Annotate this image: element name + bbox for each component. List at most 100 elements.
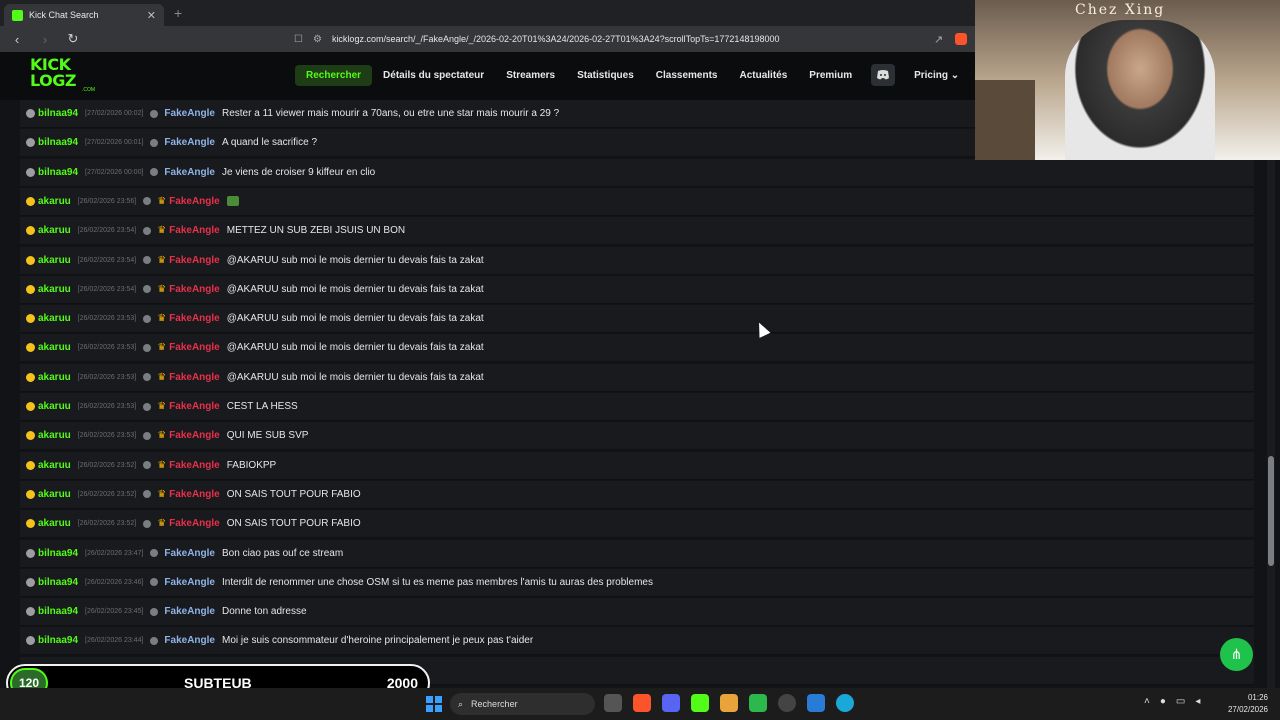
streamer-name[interactable]: FakeAngle [169,284,220,295]
nav-search[interactable]: Rechercher [295,64,373,86]
chat-username[interactable]: bilnaa94 [38,108,78,119]
forward-arrow-icon[interactable]: › [38,32,52,47]
discord-app-icon[interactable] [662,694,680,712]
brave-browser-icon[interactable] [633,694,651,712]
edge-browser-icon[interactable] [836,694,854,712]
info-icon[interactable] [143,402,152,411]
streamer-name[interactable]: FakeAngle [164,548,215,559]
nav-rankings[interactable]: Classements [645,65,729,86]
volume-icon[interactable]: ◂ [1195,696,1200,707]
kick-app-icon[interactable] [691,694,709,712]
site-info-icon[interactable]: ⚙ [313,34,322,45]
chat-username[interactable]: bilnaa94 [38,167,78,178]
play-app-icon[interactable] [749,694,767,712]
streamer-name[interactable]: FakeAngle [169,430,220,441]
microphone-icon[interactable]: ● [1160,696,1166,707]
nav-viewer-details[interactable]: Détails du spectateur [372,65,495,86]
chat-username[interactable]: akaruu [38,460,71,471]
back-arrow-icon[interactable]: ‹ [10,32,24,47]
streamer-name[interactable]: FakeAngle [164,606,215,617]
streamer-name[interactable]: FakeAngle [169,401,220,412]
taskbar-search[interactable]: ⌕ Rechercher [450,693,595,715]
info-icon[interactable] [150,607,159,616]
chat-username[interactable]: bilnaa94 [38,635,78,646]
chat-username[interactable]: akaruu [38,518,71,529]
nav-streamers[interactable]: Streamers [495,65,566,86]
chat-username[interactable]: akaruu [38,342,71,353]
chat-username[interactable]: bilnaa94 [38,137,78,148]
close-tab-icon[interactable]: ✕ [147,9,156,22]
info-icon[interactable] [143,519,152,528]
streamer-name[interactable]: FakeAngle [169,313,220,324]
streamer-name[interactable]: FakeAngle [169,489,220,500]
streamer-name[interactable]: FakeAngle [164,167,215,178]
scrollbar-thumb[interactable] [1268,456,1274,566]
chat-username[interactable]: bilnaa94 [38,606,78,617]
info-icon[interactable] [150,549,159,557]
browser-tab[interactable]: Kick Chat Search ✕ [4,4,164,26]
address-bar[interactable]: ☐ ⚙ kicklogz.com/search/_/FakeAngle/_/20… [294,34,994,45]
bookmark-icon[interactable]: ☐ [294,34,303,45]
info-icon[interactable] [143,431,152,440]
info-icon[interactable] [143,343,152,352]
nav-news[interactable]: Actualités [729,65,799,86]
obs-app-icon[interactable] [778,694,796,712]
network-icon[interactable]: ▭ [1176,696,1185,707]
info-icon[interactable] [143,256,152,264]
info-icon[interactable] [143,285,152,294]
chat-username[interactable]: akaruu [38,489,71,500]
brave-shield-icon[interactable] [955,32,968,45]
info-icon[interactable] [143,461,152,470]
file-explorer-icon[interactable] [604,694,622,712]
chat-username[interactable]: akaruu [38,284,71,295]
chat-username[interactable]: bilnaa94 [38,548,78,559]
info-icon[interactable] [143,373,152,382]
chevron-up-icon[interactable]: ˄ [1144,696,1150,707]
streamer-name[interactable]: FakeAngle [169,255,220,266]
nav-pricing[interactable]: Pricing ⌄ [903,65,970,86]
nav-stats[interactable]: Statistiques [566,65,645,86]
streamer-name[interactable]: FakeAngle [164,108,215,119]
chat-username[interactable]: akaruu [38,372,71,383]
info-icon[interactable] [150,138,159,147]
chat-username[interactable]: akaruu [38,196,71,207]
chat-username[interactable]: akaruu [38,225,71,236]
streamer-name[interactable]: FakeAngle [169,225,220,236]
info-icon[interactable] [143,197,152,206]
streamer-name[interactable]: FakeAngle [169,518,220,529]
streamer-name[interactable]: FakeAngle [164,137,215,148]
streamer-name[interactable]: FakeAngle [169,372,220,383]
taskbar-clock[interactable]: 01:26 27/02/2026 [1222,692,1268,716]
page-scrollbar[interactable] [1267,100,1275,688]
info-icon[interactable] [150,636,159,645]
chat-username[interactable]: bilnaa94 [38,577,78,588]
info-icon[interactable] [143,226,152,235]
info-icon[interactable] [150,168,159,177]
nav-premium[interactable]: Premium [798,65,863,86]
info-icon[interactable] [150,578,159,587]
streamer-name[interactable]: FakeAngle [169,196,220,207]
info-icon[interactable] [150,109,159,118]
streamer-name[interactable]: FakeAngle [164,635,215,646]
chat-username[interactable]: akaruu [38,430,71,441]
chat-username[interactable]: akaruu [38,401,71,412]
streamer-name[interactable]: FakeAngle [169,460,220,471]
user-badge-icon [26,343,35,353]
windows-start-icon[interactable] [426,696,442,712]
photos-app-icon[interactable] [807,694,825,712]
url-text[interactable]: kicklogz.com/search/_/FakeAngle/_/2026-0… [332,34,780,44]
chat-username[interactable]: akaruu [38,313,71,324]
streamer-name[interactable]: FakeAngle [169,342,220,353]
share-page-icon[interactable]: ↗ [934,33,943,46]
streamer-name[interactable]: FakeAngle [164,577,215,588]
kicklogz-logo[interactable]: KICK LOGZ .COM [30,57,95,95]
chat-message: Moi je suis consommateur d'heroine princ… [222,635,534,647]
reload-icon[interactable]: ↻ [66,31,80,47]
layers-app-icon[interactable] [720,694,738,712]
share-button[interactable]: ⋔ [1220,638,1253,671]
discord-button[interactable] [871,64,896,86]
info-icon[interactable] [143,314,152,323]
chat-username[interactable]: akaruu [38,255,71,266]
new-tab-button[interactable]: + [174,5,182,21]
info-icon[interactable] [143,490,152,499]
